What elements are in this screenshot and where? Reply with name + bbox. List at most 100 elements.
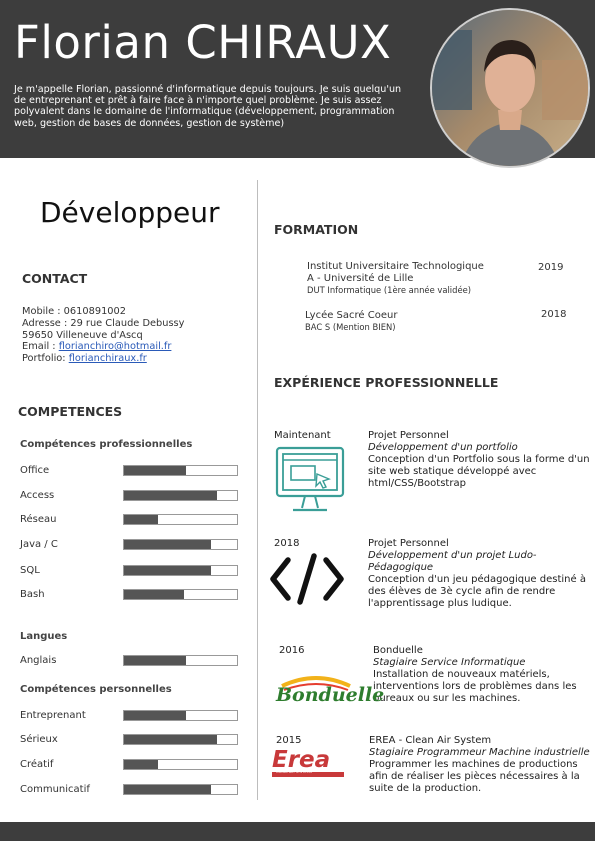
contact-address-line2: 59650 Villeneuve d'Ascq: [22, 329, 143, 341]
skill-level-fill: [124, 711, 187, 720]
pro-skills-heading: Compétences professionnelles: [20, 439, 193, 450]
formation-detail: DUT Informatique (1ère année validée): [307, 285, 472, 295]
skill-row: Anglais: [20, 655, 240, 669]
skill-level-bar: [123, 465, 238, 476]
monitor-icon: [275, 446, 345, 512]
skill-row: Java / C: [20, 539, 240, 553]
formation-year: 2018: [541, 309, 567, 320]
skill-level-bar: [123, 565, 238, 576]
skill-level-bar: [123, 539, 238, 550]
skill-level-fill: [124, 656, 187, 665]
skill-level-bar: [123, 784, 238, 795]
skill-level-bar: [123, 655, 238, 666]
contact-email-label: Email :: [22, 341, 59, 353]
experience-heading: EXPÉRIENCE PROFESSIONNELLE: [274, 375, 499, 390]
bonduelle-logo: Bonduelle: [274, 672, 384, 712]
formation-school: Lycée Sacré Coeur: [305, 310, 398, 321]
skill-level-fill: [124, 785, 211, 794]
skill-label: SQL: [20, 565, 40, 576]
skill-label: Entreprenant: [20, 710, 86, 721]
skill-row: Réseau: [20, 514, 240, 528]
experience-date: 2016: [279, 645, 305, 656]
skill-label: Anglais: [20, 655, 57, 666]
experience-role: Développement d'un projet Ludo-Pédagogiq…: [368, 550, 537, 573]
experience-entry: Projet Personnel Développement d'un proj…: [368, 538, 590, 610]
skill-label: Bash: [20, 589, 45, 600]
email-link[interactable]: florianchiro@hotmail.fr: [59, 341, 172, 352]
skill-level-fill: [124, 735, 217, 744]
skill-label: Sérieux: [20, 734, 58, 745]
skill-level-fill: [124, 590, 184, 599]
skill-level-fill: [124, 540, 211, 549]
experience-role: Développement d'un portfolio: [368, 442, 518, 453]
skill-row: Sérieux: [20, 734, 240, 748]
experience-desc: Conception d'un jeu pédagogique destiné …: [368, 574, 586, 609]
skill-level-fill: [124, 491, 217, 500]
skill-level-bar: [123, 589, 238, 600]
skill-row: Office: [20, 465, 240, 479]
contact-portfolio-row: Portfolio: florianchiraux.fr: [22, 353, 184, 365]
experience-date: Maintenant: [274, 430, 331, 441]
skill-level-bar: [123, 710, 238, 721]
erea-logo: Erea CLEAN AIR SYSTEMS: [270, 747, 348, 780]
experience-entry: EREA - Clean Air System Stagiaire Progra…: [369, 735, 592, 795]
skill-label: Réseau: [20, 514, 57, 525]
experience-org: Projet Personnel: [368, 538, 449, 549]
skill-label: Office: [20, 465, 50, 476]
experience-org: Projet Personnel: [368, 430, 449, 441]
contact-portfolio-label: Portfolio:: [22, 353, 69, 365]
experience-desc: Conception d'un Portfolio sous la forme …: [368, 454, 590, 489]
contact-block: Mobile : 0610891002 Adresse : 29 rue Cla…: [22, 306, 184, 365]
experience-desc: Installation de nouveaux matériels, inte…: [373, 669, 577, 704]
portfolio-link[interactable]: florianchiraux.fr: [69, 353, 147, 364]
contact-heading: CONTACT: [22, 271, 88, 286]
skill-level-bar: [123, 734, 238, 745]
skill-label: Communicatif: [20, 784, 90, 795]
formation-item: Lycée Sacré Coeur BAC S (Mention BIEN): [305, 310, 397, 333]
formation-detail: BAC S (Mention BIEN): [305, 322, 396, 332]
experience-role: Stagiaire Service Informatique: [373, 657, 526, 668]
skill-label: Access: [20, 490, 55, 501]
skill-level-fill: [124, 760, 158, 769]
skill-row: Créatif: [20, 759, 240, 773]
competences-heading: COMPETENCES: [18, 404, 123, 419]
footer-bar: [0, 822, 595, 841]
code-icon: [270, 553, 344, 605]
experience-date: 2015: [276, 735, 302, 746]
erea-logo-subtext: CLEAN AIR SYSTEMS: [276, 770, 312, 774]
personal-skills-heading: Compétences personnelles: [20, 684, 172, 695]
skill-level-fill: [124, 515, 158, 524]
column-divider: [257, 180, 258, 800]
skill-row: Communicatif: [20, 784, 240, 798]
languages-heading: Langues: [20, 631, 68, 642]
contact-mobile: Mobile : 0610891002: [22, 306, 126, 317]
skill-label: Créatif: [20, 759, 54, 770]
formation-school-line2: A - Université de Lille: [307, 273, 414, 284]
formation-year: 2019: [538, 262, 564, 273]
skill-row: Access: [20, 490, 240, 504]
skill-level-fill: [124, 466, 187, 475]
profile-photo: [430, 8, 590, 168]
person-name: Florian CHIRAUX: [14, 16, 392, 69]
contact-email-row: Email : florianchiro@hotmail.fr: [22, 341, 184, 353]
skill-level-bar: [123, 759, 238, 770]
experience-role: Stagiaire Programmeur Machine industriel…: [369, 747, 590, 758]
job-title: Développeur: [40, 196, 220, 229]
formation-item: Institut Universitaire Technologique A -…: [307, 261, 484, 296]
skill-level-fill: [124, 566, 211, 575]
experience-entry: Bonduelle Stagiaire Service Informatique…: [373, 645, 591, 705]
formation-school: Institut Universitaire Technologique: [307, 261, 484, 272]
experience-desc: Programmer les machines de productions a…: [369, 759, 580, 794]
skill-row: Entreprenant: [20, 710, 240, 724]
contact-address-line1: Adresse : 29 rue Claude Debussy: [22, 317, 185, 329]
skill-label: Java / C: [20, 539, 58, 550]
skill-row: Bash: [20, 589, 240, 603]
intro-text: Je m'appelle Florian, passionné d'inform…: [14, 84, 402, 129]
experience-entry: Projet Personnel Développement d'un port…: [368, 430, 590, 490]
experience-date: 2018: [274, 538, 300, 549]
experience-org: Bonduelle: [373, 645, 423, 656]
experience-org: EREA - Clean Air System: [369, 735, 492, 746]
bonduelle-logo-text: Bonduelle: [276, 684, 385, 706]
skill-row: SQL: [20, 565, 240, 579]
skill-level-bar: [123, 514, 238, 525]
